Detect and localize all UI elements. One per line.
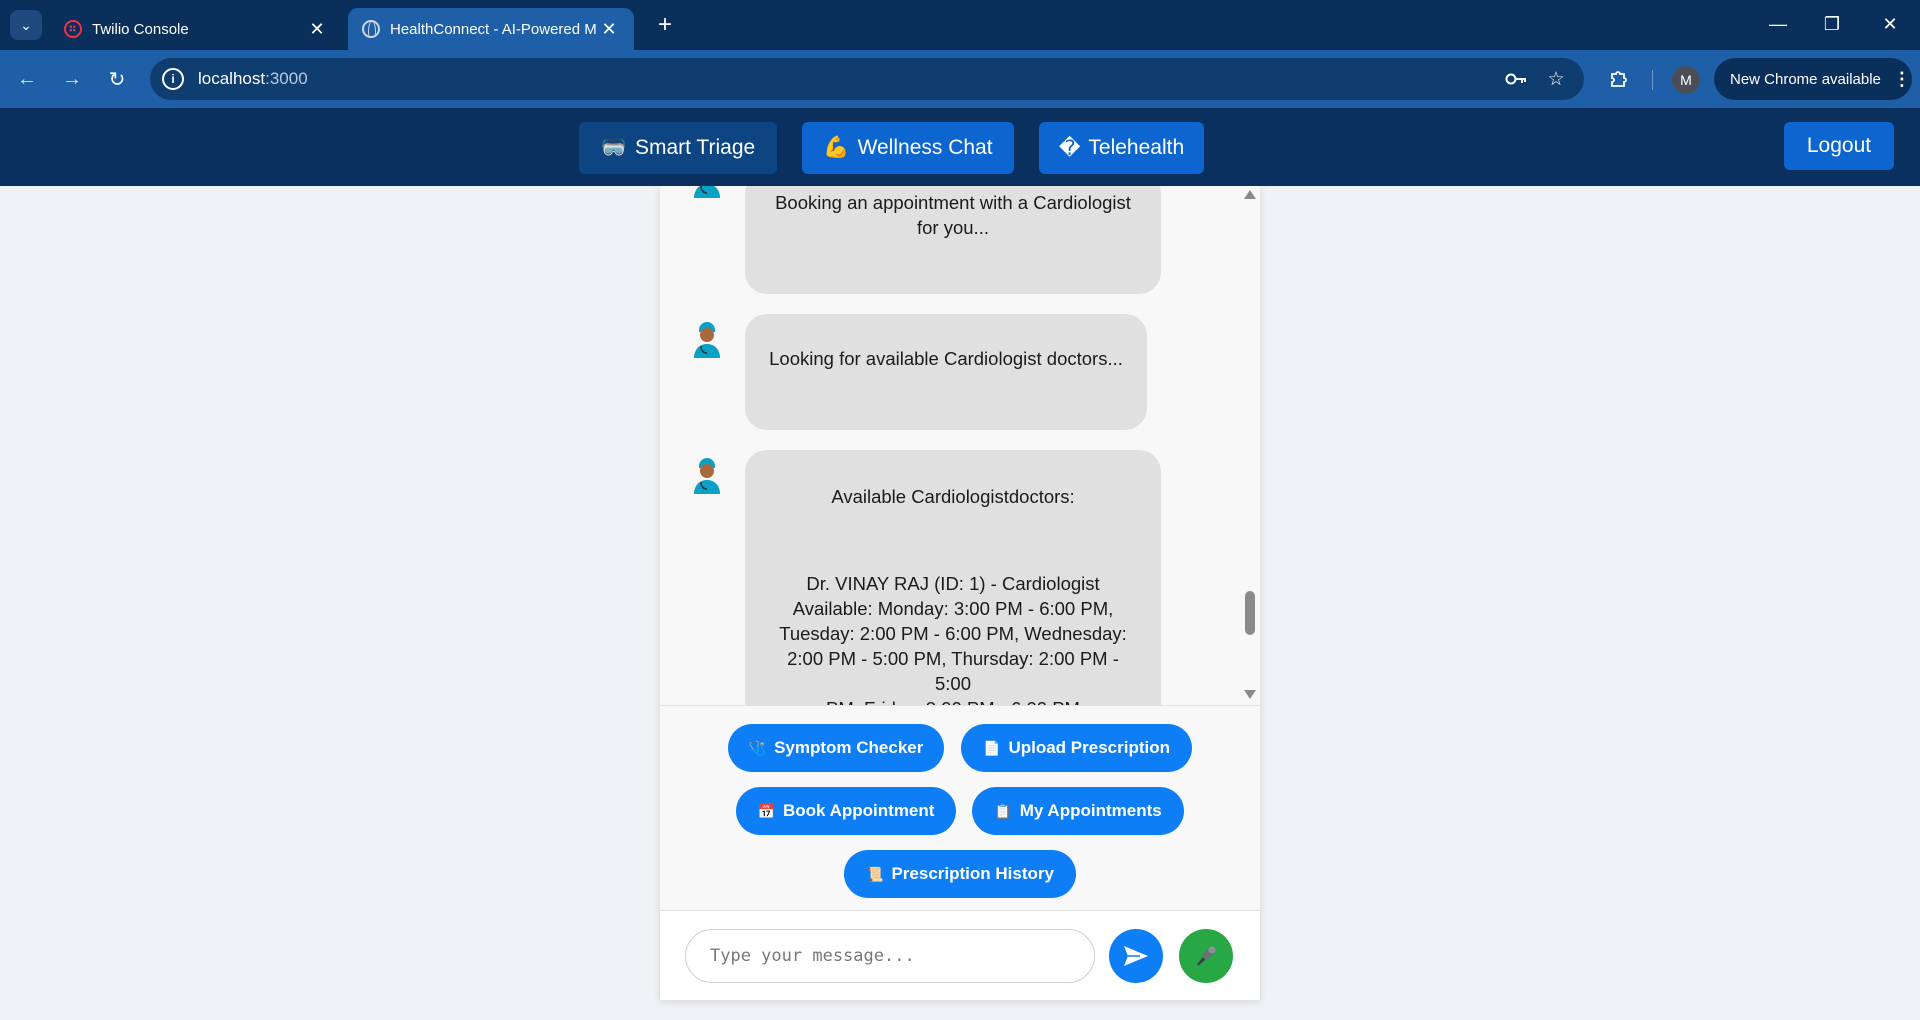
twilio-icon [64,20,82,38]
logout-button[interactable]: Logout [1784,122,1894,170]
tab-label: Wellness Chat [857,136,993,159]
message-input[interactable] [685,929,1095,983]
browser-tab-healthconnect[interactable]: HealthConnect - AI-Powered M ✕ [348,8,634,50]
key-icon[interactable] [1504,67,1528,91]
browser-tab-twilio[interactable]: Twilio Console ✕ [50,8,342,50]
quick-actions: 🩺 Symptom Checker 📄 Upload Prescription … [660,705,1260,911]
flexed-biceps-icon: 💪 [823,136,850,159]
tab-title: Twilio Console [92,20,189,38]
tab-title: HealthConnect - AI-Powered M [390,20,597,38]
reload-icon[interactable]: ↻ [100,62,134,96]
bot-bubble: Looking for available Cardiologist docto… [745,314,1147,430]
tab-telehealth[interactable]: � Telehealth [1039,122,1204,174]
button-label: Prescription History [891,864,1054,883]
profile-avatar[interactable]: M [1672,66,1700,94]
document-icon: 📄 [983,739,1001,756]
health-worker-icon [690,454,724,494]
extensions-puzzle-icon[interactable] [1604,64,1634,94]
close-icon[interactable]: ✕ [598,18,620,40]
button-label: My Appointments [1019,801,1162,820]
clipboard-icon: 📋 [994,802,1012,819]
message-composer [660,911,1260,1000]
stethoscope-icon: 🩺 [748,739,767,756]
browser-tabstrip: ⌄ Twilio Console ✕ HealthConnect - AI-Po… [0,0,1920,50]
restore-icon[interactable]: ❐ [1812,8,1852,40]
missing-glyph-icon: � [1058,136,1081,160]
scroll-down-arrow-icon[interactable] [1244,690,1256,699]
forward-arrow-icon[interactable]: → [55,62,89,96]
address-bar[interactable]: i localhost:3000 ☆ [150,58,1584,100]
send-arrow-icon [1124,946,1148,966]
calendar-icon: 📅 [757,802,776,819]
message-list[interactable]: Booking an appointment with a Cardiologi… [660,186,1260,705]
message-scrollbar[interactable] [1240,186,1260,705]
minimize-icon[interactable]: — [1758,8,1798,40]
bookmark-star-icon[interactable]: ☆ [1544,67,1568,91]
book-appointment-button[interactable]: 📅 Book Appointment [736,787,956,835]
button-label: Upload Prescription [1008,738,1170,757]
send-button[interactable] [1109,929,1163,983]
prescription-history-button[interactable]: 📜 Prescription History [844,850,1076,898]
scroll-icon: 📜 [866,865,884,882]
my-appointments-button[interactable]: 📋 My Appointments [972,787,1184,835]
chat-panel: Booking an appointment with a Cardiologi… [660,186,1260,1000]
health-worker-icon [690,318,724,358]
tab-smart-triage[interactable]: 🥽 Smart Triage [579,122,777,174]
tab-label: Smart Triage [634,136,756,159]
new-tab-plus-icon[interactable]: + [650,10,680,40]
site-info-icon[interactable]: i [162,68,184,90]
more-vert-icon: ⋮ [1892,68,1911,89]
globe-icon [362,20,380,38]
microphone-icon [1197,946,1216,966]
close-icon[interactable]: ✕ [306,18,328,40]
button-label: Book Appointment [783,801,935,820]
scrollbar-thumb[interactable] [1245,591,1255,635]
tab-wellness-chat[interactable]: 💪 Wellness Chat [802,122,1014,174]
tab-label: Telehealth [1088,136,1185,159]
url-text[interactable]: localhost:3000 [198,69,308,89]
browser-toolbar: ← → ↻ i localhost:3000 ☆ M New Chrome av… [0,50,1920,108]
tab-search-chevron-icon[interactable]: ⌄ [10,10,42,40]
chrome-update-chip[interactable]: New Chrome available ⋮ [1714,58,1912,100]
bot-bubble: Booking an appointment with a Cardiologi… [745,186,1161,294]
goggles-icon: 🥽 [600,136,627,159]
update-label: New Chrome available [1730,70,1881,88]
upload-prescription-button[interactable]: 📄 Upload Prescription [961,724,1192,772]
button-label: Symptom Checker [774,738,924,757]
back-arrow-icon[interactable]: ← [10,62,44,96]
scroll-up-arrow-icon[interactable] [1244,190,1256,199]
toolbar-divider [1652,70,1653,90]
symptom-checker-button[interactable]: 🩺 Symptom Checker [728,724,944,772]
health-worker-icon [690,186,724,198]
app-navbar: 🥽 Smart Triage 💪 Wellness Chat � Telehea… [0,108,1920,186]
bot-bubble: Available Cardiologistdoctors: Dr. VINAY… [745,450,1161,705]
window-close-icon[interactable]: ✕ [1870,8,1910,40]
voice-input-button[interactable] [1179,929,1233,983]
